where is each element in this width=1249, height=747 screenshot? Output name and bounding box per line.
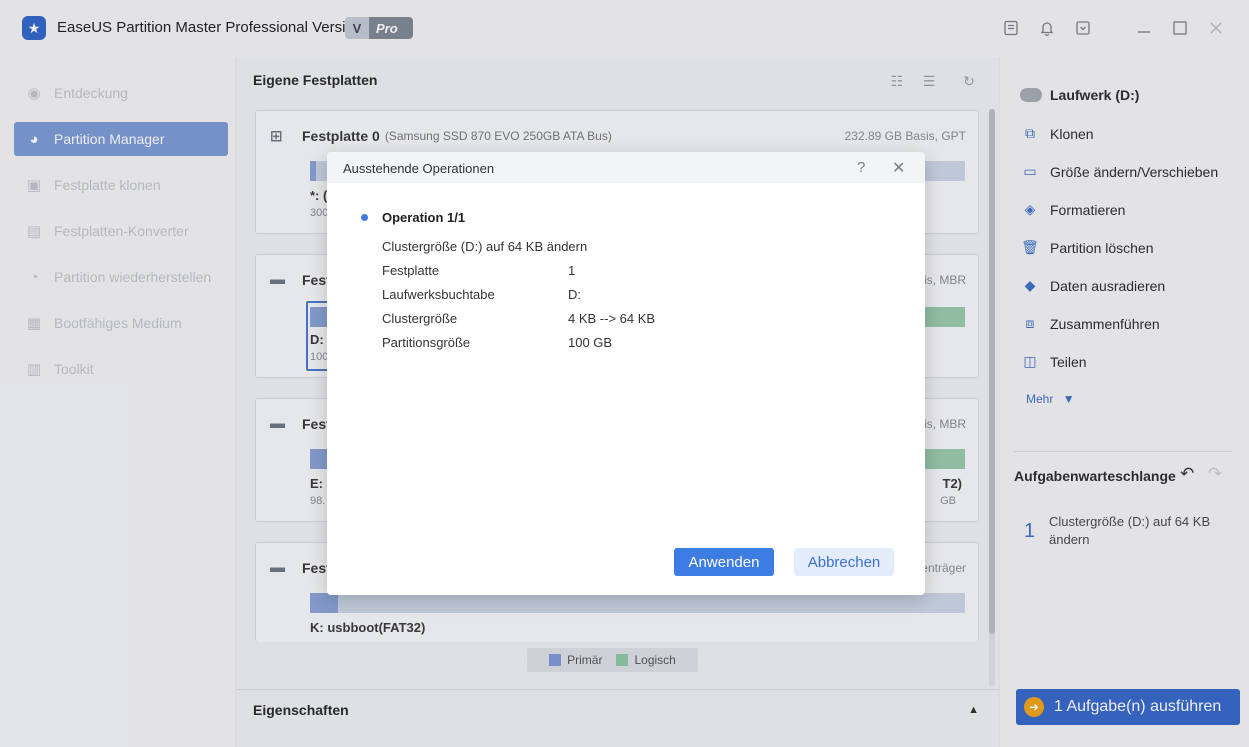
dialog-title: Ausstehende Operationen bbox=[343, 161, 495, 176]
detail-label: Festplatte bbox=[382, 263, 440, 278]
operation-title: Operation 1/1 bbox=[382, 210, 466, 225]
detail-label: Laufwerksbuchtabe bbox=[382, 287, 495, 302]
help-icon[interactable]: ? bbox=[857, 159, 865, 176]
apply-button[interactable]: Anwenden bbox=[674, 548, 774, 576]
operation-description: Clustergröße (D:) auf 64 KB ändern bbox=[382, 239, 588, 254]
cancel-button[interactable]: Abbrechen bbox=[794, 548, 894, 576]
detail-value: D: bbox=[568, 287, 581, 302]
detail-value: 4 KB --> 64 KB bbox=[568, 311, 656, 326]
detail-label: Partitionsgröße bbox=[382, 335, 471, 350]
detail-value: 1 bbox=[568, 263, 576, 278]
close-icon[interactable]: ✕ bbox=[892, 158, 905, 178]
detail-value: 100 GB bbox=[568, 335, 613, 350]
detail-label: Clustergröße bbox=[382, 311, 458, 326]
dialog-header: Ausstehende Operationen ? ✕ bbox=[327, 152, 925, 183]
pending-operations-dialog: Ausstehende Operationen ? ✕ Operation 1/… bbox=[327, 152, 925, 595]
bullet-icon bbox=[361, 214, 368, 221]
